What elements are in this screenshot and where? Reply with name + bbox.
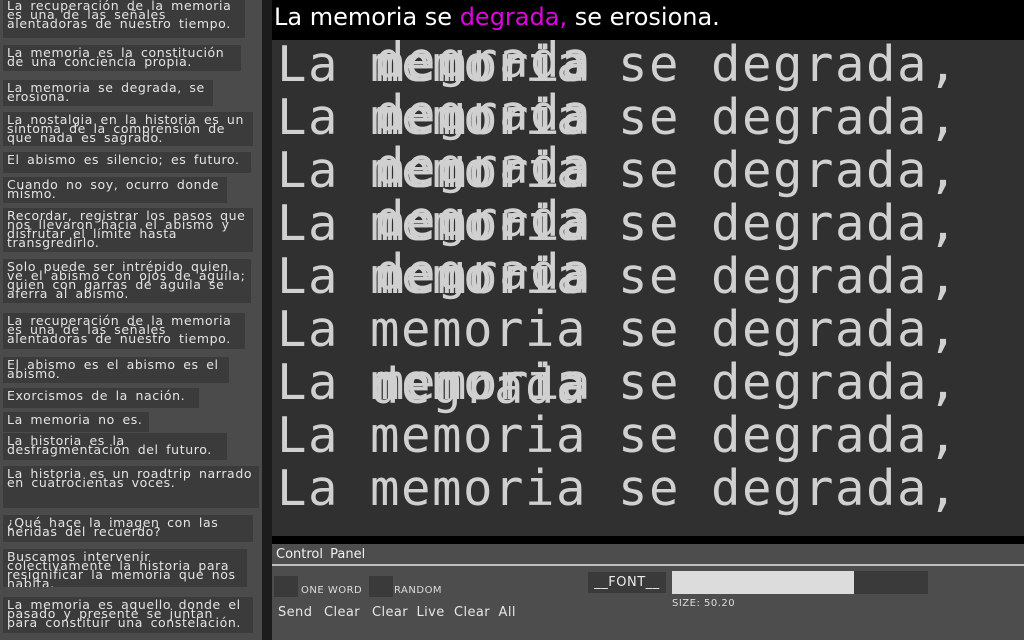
size-readout: SIZE: 50.20 (672, 598, 735, 609)
size-slider[interactable] (672, 571, 928, 594)
title-highlighted-word: degrada, (459, 3, 568, 31)
clear-live-button[interactable]: Clear Live (372, 605, 445, 620)
stage-line: La memoria se degrada, (277, 407, 960, 464)
control-panel-divider (272, 564, 1024, 566)
display-stage: La memoria se degrada, La memoria se deg… (272, 40, 1024, 536)
phrase-item[interactable]: La historia es un roadtrip narrado en cu… (3, 466, 259, 508)
clear-all-button[interactable]: Clear All (454, 605, 516, 620)
phrase-item[interactable]: Solo puede ser intrépido quien ve el abi… (3, 259, 251, 303)
phrase-item[interactable]: La memoria es aquello donde el pasado y … (3, 597, 253, 633)
stage-overlay-word: degrada (375, 191, 593, 248)
phrase-item[interactable]: El abismo es el abismo es el abismo. (3, 357, 229, 383)
stage-overlay-word: degrada (370, 358, 588, 415)
stage-overlay-word: degrada (375, 85, 593, 142)
font-button[interactable]: __FONT__ (588, 572, 666, 593)
size-value: 50.20 (704, 598, 736, 609)
size-slider-fill (672, 571, 854, 594)
phrase-item[interactable]: Buscamos intervenir colectivamente la hi… (3, 549, 247, 587)
phrase-item[interactable]: La memoria no es. (3, 412, 149, 432)
phrase-item[interactable]: El abismo es silencio; es futuro. (3, 152, 251, 173)
phrase-item[interactable]: La nostalgia en la historia es un síntom… (3, 112, 253, 146)
phrase-item[interactable]: La memoria es la constitución de una con… (3, 45, 241, 71)
phrase-list: La recuperación de la memoria es una de … (0, 0, 262, 640)
phrase-item[interactable]: Recordar, registrar los pasos que nos ll… (3, 208, 253, 252)
current-phrase-title: La memoria se degrada, se erosiona. (272, 0, 1024, 33)
phrase-item[interactable]: ¿Qué hace la imagen con las heridas del … (3, 515, 253, 542)
phrase-item[interactable]: La historia es la desfragmentación del f… (3, 433, 227, 460)
panel-divider[interactable] (262, 0, 272, 640)
phrase-item[interactable]: La recuperación de la memoria es una de … (3, 0, 245, 38)
control-panel-title: Control Panel (276, 547, 366, 562)
one-word-toggle[interactable] (274, 576, 298, 597)
stage-overlay-word: degrada (375, 244, 593, 301)
size-label: SIZE: (672, 598, 701, 609)
random-label: RANDOM (394, 585, 443, 596)
phrase-item[interactable]: La memoria se degrada, se erosiona. (3, 80, 213, 106)
stage-line: La memoria se degrada, (277, 301, 960, 358)
title-text-before: La memoria se (274, 3, 460, 31)
send-button[interactable]: Send (278, 605, 312, 620)
phrase-item[interactable]: Cuando no soy, ocurro donde mismo. (3, 177, 227, 203)
one-word-label: ONE WORD (301, 585, 363, 596)
random-toggle[interactable] (369, 576, 393, 597)
stage-overlay-word: degrada (375, 138, 593, 195)
stage-line: La memoria se degrada, (277, 460, 960, 517)
phrase-item[interactable]: Exorcismos de la nación. (3, 388, 199, 408)
clear-button[interactable]: Clear (324, 605, 360, 620)
phrase-item[interactable]: La recuperación de la memoria es una de … (3, 313, 245, 349)
stage-overlay-word: degrada (375, 40, 593, 89)
title-text-after: se erosiona. (567, 3, 720, 31)
